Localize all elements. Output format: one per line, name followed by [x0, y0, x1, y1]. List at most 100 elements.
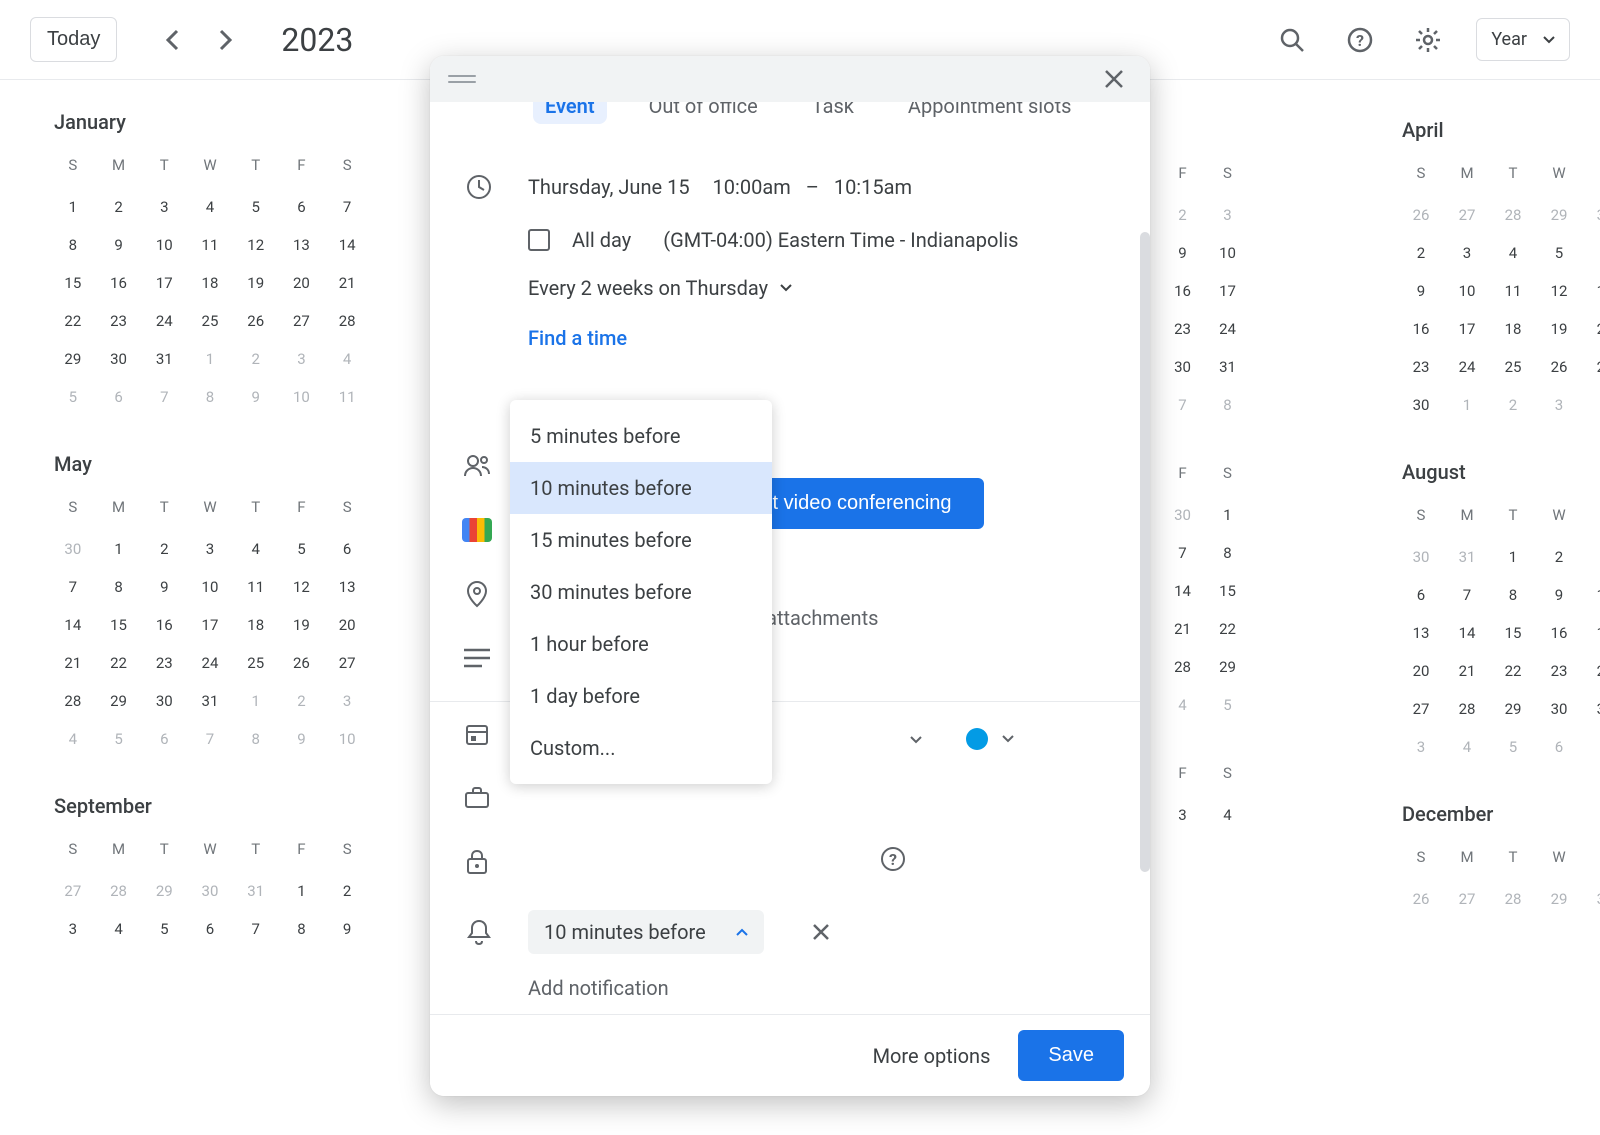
- day-cell[interactable]: 30: [1398, 388, 1444, 422]
- day-cell[interactable]: 21: [1444, 654, 1490, 688]
- day-cell[interactable]: 8: [1205, 536, 1250, 570]
- day-cell[interactable]: 31: [141, 342, 187, 376]
- day-cell[interactable]: 4: [1490, 236, 1536, 270]
- tab-task[interactable]: Task: [800, 102, 866, 124]
- day-cell[interactable]: 29: [1205, 650, 1250, 684]
- day-cell[interactable]: 12: [1536, 274, 1582, 308]
- day-cell[interactable]: 7: [1160, 536, 1205, 570]
- notification-selector[interactable]: 10 minutes before: [528, 910, 764, 954]
- day-cell[interactable]: 1: [233, 684, 279, 718]
- day-cell[interactable]: 29: [1490, 692, 1536, 726]
- prev-period-button[interactable]: [157, 25, 187, 55]
- day-cell[interactable]: 29: [1536, 882, 1582, 916]
- all-day-checkbox[interactable]: [528, 229, 550, 251]
- day-cell[interactable]: 8: [1205, 388, 1250, 422]
- day-cell[interactable]: 4: [324, 342, 370, 376]
- day-cell[interactable]: 5: [141, 912, 187, 946]
- day-cell[interactable]: 23: [1536, 654, 1582, 688]
- day-cell[interactable]: 7: [187, 722, 233, 756]
- day-cell[interactable]: 22: [96, 646, 142, 680]
- day-cell[interactable]: 1: [1490, 540, 1536, 574]
- day-cell[interactable]: 10: [1582, 578, 1600, 612]
- day-cell[interactable]: 6: [1398, 578, 1444, 612]
- day-cell[interactable]: 20: [324, 608, 370, 642]
- day-cell[interactable]: 9: [324, 912, 370, 946]
- day-cell[interactable]: 6: [187, 912, 233, 946]
- chevron-down-icon[interactable]: [1002, 735, 1014, 743]
- day-cell[interactable]: 25: [1490, 350, 1536, 384]
- tab-out-of-office[interactable]: Out of office: [637, 102, 770, 124]
- day-cell[interactable]: 18: [1490, 312, 1536, 346]
- day-cell[interactable]: 4: [1444, 730, 1490, 764]
- day-cell[interactable]: 24: [1205, 312, 1250, 346]
- day-cell[interactable]: 4: [1160, 688, 1205, 722]
- day-cell[interactable]: 30: [1582, 198, 1600, 232]
- save-button[interactable]: Save: [1018, 1030, 1124, 1081]
- day-cell[interactable]: 14: [1160, 574, 1205, 608]
- add-notification-button[interactable]: Add notification: [528, 976, 669, 1000]
- day-cell[interactable]: 3: [1398, 730, 1444, 764]
- day-cell[interactable]: 9: [1160, 236, 1205, 270]
- day-cell[interactable]: 9: [96, 228, 142, 262]
- day-cell[interactable]: 1: [1444, 388, 1490, 422]
- scrollbar[interactable]: [1140, 232, 1150, 872]
- dropdown-option-5min[interactable]: 5 minutes before: [510, 410, 772, 462]
- day-cell[interactable]: 6: [279, 190, 325, 224]
- day-cell[interactable]: 13: [1398, 616, 1444, 650]
- day-cell[interactable]: 20: [1398, 654, 1444, 688]
- day-cell[interactable]: 24: [1582, 654, 1600, 688]
- event-color-dot[interactable]: [966, 728, 988, 750]
- day-cell[interactable]: 7: [141, 380, 187, 414]
- day-cell[interactable]: 26: [1398, 882, 1444, 916]
- day-cell[interactable]: 16: [141, 608, 187, 642]
- view-selector[interactable]: Year: [1476, 18, 1570, 61]
- day-cell[interactable]: 25: [187, 304, 233, 338]
- day-cell[interactable]: 13: [1582, 274, 1600, 308]
- day-cell[interactable]: 29: [50, 342, 96, 376]
- day-cell[interactable]: 8: [279, 912, 325, 946]
- day-cell[interactable]: 16: [1398, 312, 1444, 346]
- day-cell[interactable]: 21: [324, 266, 370, 300]
- day-cell[interactable]: 10: [279, 380, 325, 414]
- day-cell[interactable]: 28: [96, 874, 142, 908]
- day-cell[interactable]: 6: [141, 722, 187, 756]
- day-cell[interactable]: 22: [50, 304, 96, 338]
- day-cell[interactable]: 4: [96, 912, 142, 946]
- day-cell[interactable]: 10: [1205, 236, 1250, 270]
- day-cell[interactable]: 18: [187, 266, 233, 300]
- dropdown-option-custom[interactable]: Custom...: [510, 722, 772, 774]
- settings-icon[interactable]: [1408, 20, 1448, 60]
- chevron-down-icon[interactable]: [910, 736, 922, 744]
- day-cell[interactable]: 24: [187, 646, 233, 680]
- day-cell[interactable]: 13: [324, 570, 370, 604]
- day-cell[interactable]: 8: [187, 380, 233, 414]
- day-cell[interactable]: 7: [1444, 578, 1490, 612]
- day-cell[interactable]: 7: [1160, 388, 1205, 422]
- day-cell[interactable]: 4: [50, 722, 96, 756]
- day-cell[interactable]: 27: [324, 646, 370, 680]
- day-cell[interactable]: 23: [141, 646, 187, 680]
- day-cell[interactable]: 5: [1205, 688, 1250, 722]
- day-cell[interactable]: 25: [233, 646, 279, 680]
- day-cell[interactable]: 5: [96, 722, 142, 756]
- day-cell[interactable]: 23: [1160, 312, 1205, 346]
- day-cell[interactable]: 17: [1205, 274, 1250, 308]
- day-cell[interactable]: 1: [96, 532, 142, 566]
- day-cell[interactable]: 30: [1536, 692, 1582, 726]
- tab-appointment-slots[interactable]: Appointment slots: [896, 102, 1084, 124]
- day-cell[interactable]: 31: [187, 684, 233, 718]
- calendar-icon[interactable]: [458, 720, 496, 748]
- day-cell[interactable]: 21: [1160, 612, 1205, 646]
- lock-icon[interactable]: [458, 848, 496, 876]
- day-cell[interactable]: 3: [1444, 236, 1490, 270]
- dropdown-option-15min[interactable]: 15 minutes before: [510, 514, 772, 566]
- day-cell[interactable]: 28: [324, 304, 370, 338]
- today-button[interactable]: Today: [30, 17, 117, 62]
- day-cell[interactable]: 3: [1582, 540, 1600, 574]
- day-cell[interactable]: 14: [1444, 616, 1490, 650]
- day-cell[interactable]: 13: [279, 228, 325, 262]
- day-cell[interactable]: 16: [96, 266, 142, 300]
- day-cell[interactable]: 30: [141, 684, 187, 718]
- day-cell[interactable]: 2: [279, 684, 325, 718]
- day-cell[interactable]: 5: [1536, 236, 1582, 270]
